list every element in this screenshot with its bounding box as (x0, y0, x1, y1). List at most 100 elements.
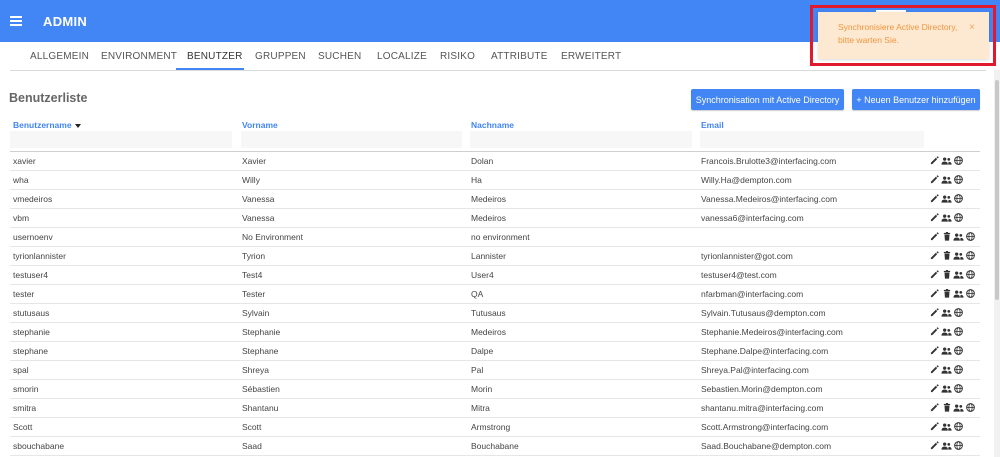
hamburger-menu-icon[interactable] (2, 0, 30, 42)
edit-icon[interactable] (929, 307, 940, 318)
groups-icon[interactable] (953, 402, 964, 413)
tab-suchen[interactable]: SUCHEN (318, 51, 361, 62)
globe-icon[interactable] (965, 402, 976, 413)
globe-icon[interactable] (953, 440, 964, 451)
globe-icon[interactable] (953, 421, 964, 432)
cell-lastname: Medeiros (471, 194, 506, 204)
tab-erweitert[interactable]: ERWEITERT (561, 51, 621, 62)
cell-username: vbm (13, 213, 30, 223)
email-filter-input[interactable] (700, 131, 924, 148)
row-actions (929, 193, 964, 204)
cell-firstname: No Environment (242, 232, 303, 242)
groups-icon[interactable] (941, 383, 952, 394)
cell-lastname: Armstrong (471, 422, 511, 432)
tab-attribute[interactable]: ATTRIBUTE (491, 51, 548, 62)
delete-icon[interactable] (941, 269, 952, 280)
scrollbar-thumb[interactable] (995, 80, 999, 300)
globe-icon[interactable] (965, 269, 976, 280)
edit-icon[interactable] (929, 193, 940, 204)
groups-icon[interactable] (941, 345, 952, 356)
tab-allgemein[interactable]: ALLGEMEIN (30, 51, 89, 62)
cell-firstname: Tester (242, 289, 266, 299)
sync-active-directory-button[interactable]: Synchronisation mit Active Directory (691, 89, 844, 110)
groups-icon[interactable] (941, 155, 952, 166)
column-header-username[interactable]: Benutzername (13, 120, 81, 130)
globe-icon[interactable] (953, 364, 964, 375)
lastname-filter-input[interactable] (470, 131, 692, 148)
edit-icon[interactable] (929, 364, 940, 375)
globe-icon[interactable] (953, 193, 964, 204)
cell-email: vanessa6@interfacing.com (701, 213, 804, 223)
add-user-button[interactable]: + Neuen Benutzer hinzufügen (852, 89, 980, 110)
edit-icon[interactable] (929, 231, 940, 242)
groups-icon[interactable] (941, 326, 952, 337)
edit-icon[interactable] (929, 326, 940, 337)
cell-lastname: Pal (471, 365, 484, 375)
edit-icon[interactable] (929, 212, 940, 223)
edit-icon[interactable] (929, 174, 940, 185)
tab-benutzer[interactable]: BENUTZER (187, 51, 243, 62)
groups-icon[interactable] (953, 250, 964, 261)
cell-lastname: Bouchabane (471, 441, 519, 451)
delete-icon[interactable] (941, 402, 952, 413)
cell-username: spal (13, 365, 29, 375)
edit-icon[interactable] (929, 155, 940, 166)
groups-icon[interactable] (953, 269, 964, 280)
toast-close-icon[interactable]: × (969, 21, 975, 34)
groups-icon[interactable] (941, 212, 952, 223)
edit-icon[interactable] (929, 402, 940, 413)
groups-icon[interactable] (953, 231, 964, 242)
column-header-email[interactable]: Email (701, 120, 724, 130)
row-actions (929, 155, 964, 166)
cell-username: tyrionlannister (13, 251, 66, 261)
edit-icon[interactable] (929, 383, 940, 394)
groups-icon[interactable] (941, 440, 952, 451)
edit-icon[interactable] (929, 345, 940, 356)
edit-icon[interactable] (929, 440, 940, 451)
globe-icon[interactable] (953, 345, 964, 356)
column-header-firstname[interactable]: Vorname (242, 120, 278, 130)
globe-icon[interactable] (965, 231, 976, 242)
column-header-lastname[interactable]: Nachname (471, 120, 514, 130)
edit-icon[interactable] (929, 421, 940, 432)
groups-icon[interactable] (941, 364, 952, 375)
table-row: stephanie Stephanie Medeiros Stephanie.Mede… (10, 323, 980, 342)
row-actions (929, 269, 976, 280)
groups-icon[interactable] (941, 174, 952, 185)
globe-icon[interactable] (953, 307, 964, 318)
tab-environment[interactable]: ENVIRONMENT (101, 51, 177, 62)
delete-icon[interactable] (941, 250, 952, 261)
cell-email: Francois.Brulotte3@interfacing.com (701, 156, 837, 166)
groups-icon[interactable] (941, 421, 952, 432)
cell-lastname: Mitra (471, 403, 490, 413)
cell-firstname: Stephane (242, 346, 279, 356)
globe-icon[interactable] (953, 326, 964, 337)
edit-icon[interactable] (929, 288, 940, 299)
edit-icon[interactable] (929, 250, 940, 261)
sort-descending-icon (74, 123, 81, 128)
cell-email: nfarbman@interfacing.com (701, 289, 804, 299)
username-filter-input[interactable] (10, 131, 232, 148)
tab-risiko[interactable]: RISIKO (440, 51, 475, 62)
globe-icon[interactable] (953, 212, 964, 223)
groups-icon[interactable] (953, 288, 964, 299)
delete-icon[interactable] (941, 231, 952, 242)
edit-icon[interactable] (929, 269, 940, 280)
groups-icon[interactable] (941, 307, 952, 318)
cell-lastname: Morin (471, 384, 493, 394)
firstname-filter-input[interactable] (241, 131, 462, 148)
globe-icon[interactable] (953, 155, 964, 166)
globe-icon[interactable] (953, 383, 964, 394)
cell-firstname: Vanessa (242, 213, 275, 223)
delete-icon[interactable] (941, 288, 952, 299)
globe-icon[interactable] (953, 174, 964, 185)
globe-icon[interactable] (965, 288, 976, 299)
tab-gruppen[interactable]: GRUPPEN (255, 51, 306, 62)
groups-icon[interactable] (941, 193, 952, 204)
cell-firstname: Sébastien (242, 384, 280, 394)
page-title: Benutzerliste (9, 91, 88, 105)
tab-localize[interactable]: LOCALIZE (377, 51, 427, 62)
cell-username: sbouchabane (13, 441, 65, 451)
globe-icon[interactable] (965, 250, 976, 261)
row-actions (929, 288, 976, 299)
